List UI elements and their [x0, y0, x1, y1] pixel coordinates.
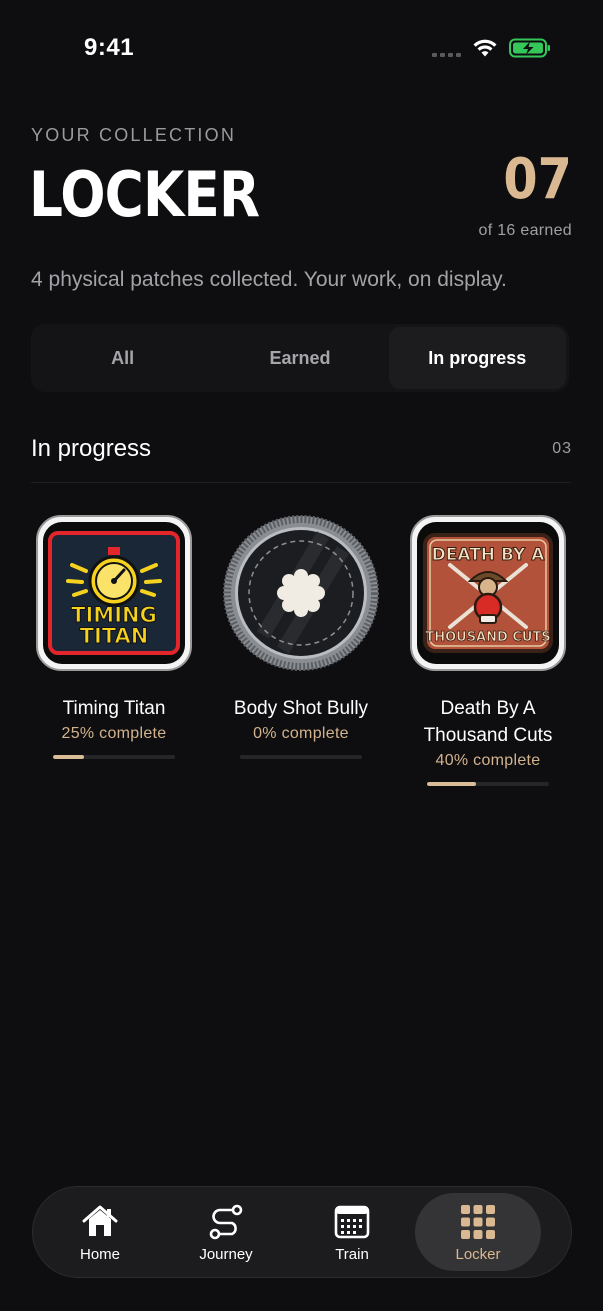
section-title: In progress — [31, 435, 152, 462]
patch-art-line: DEATH BY A — [432, 545, 546, 565]
tab-home[interactable]: Home — [37, 1193, 163, 1271]
page-subtitle: 4 physical patches collected. Your work,… — [31, 268, 507, 291]
tab-label: Home — [79, 1245, 120, 1263]
patch-card-timing-titan[interactable]: TIMING TITAN Timing Titan 25% complete — [34, 515, 194, 759]
tab-locker[interactable]: Locker — [415, 1193, 541, 1271]
filter-all[interactable]: All — [34, 327, 211, 389]
journey-icon — [209, 1204, 243, 1239]
grid-icon — [461, 1204, 495, 1239]
patch-progress-label: 0% complete — [253, 725, 349, 742]
earned-count: 07 — [503, 147, 572, 212]
page-title: LOCKER — [29, 158, 260, 231]
patch-progress-label: 25% complete — [61, 725, 167, 742]
collection-eyebrow: YOUR COLLECTION — [31, 125, 237, 145]
patch-art-line: THOUSAND CUTS — [425, 630, 550, 645]
battery-charging-icon — [509, 38, 550, 58]
tab-label: Journey — [199, 1245, 253, 1263]
patch-art-line: TITAN — [80, 624, 149, 648]
patch-progress-bar — [53, 755, 175, 759]
tab-journey[interactable]: Journey — [163, 1193, 289, 1271]
progress-fill — [427, 782, 476, 786]
tab-bar: Home Journey Train Locker — [32, 1186, 572, 1278]
timing-titan-patch: TIMING TITAN — [36, 515, 192, 671]
progress-fill — [53, 755, 84, 759]
section-count: 03 — [552, 440, 572, 457]
filter-segmented-control: All Earned In progress — [31, 324, 569, 392]
status-bar: 9:41 — [0, 0, 603, 96]
patch-card-death-by-a-thousand-cuts[interactable]: DEATH BY A THOUSAND CUTS Death By A Thou… — [408, 515, 568, 786]
filter-earned[interactable]: Earned — [211, 327, 388, 389]
calendar-icon — [334, 1205, 370, 1238]
wifi-icon — [473, 39, 497, 57]
death-by-a-thousand-cuts-patch: DEATH BY A THOUSAND CUTS — [410, 515, 566, 671]
status-time: 9:41 — [84, 34, 135, 61]
patch-name: Body Shot Bully — [233, 698, 369, 719]
section-divider — [31, 482, 571, 483]
patch-progress-label: 40% complete — [435, 752, 541, 769]
filter-in-progress[interactable]: In progress — [388, 327, 566, 389]
locked-patch — [223, 515, 379, 671]
patch-name: Timing Titan — [62, 698, 166, 719]
earned-count-caption: of 16 earned — [478, 222, 572, 239]
tab-label: Locker — [455, 1245, 501, 1263]
patch-name: Death By A Thousand Cuts — [423, 698, 553, 746]
tab-train[interactable]: Train — [289, 1193, 415, 1271]
home-icon — [82, 1205, 118, 1236]
cellular-signal-icon — [432, 53, 461, 57]
tab-label: Train — [335, 1245, 369, 1263]
patch-progress-bar — [240, 755, 362, 759]
patch-progress-bar — [427, 782, 549, 786]
patch-card-body-shot-bully[interactable]: Body Shot Bully 0% complete — [221, 515, 381, 759]
